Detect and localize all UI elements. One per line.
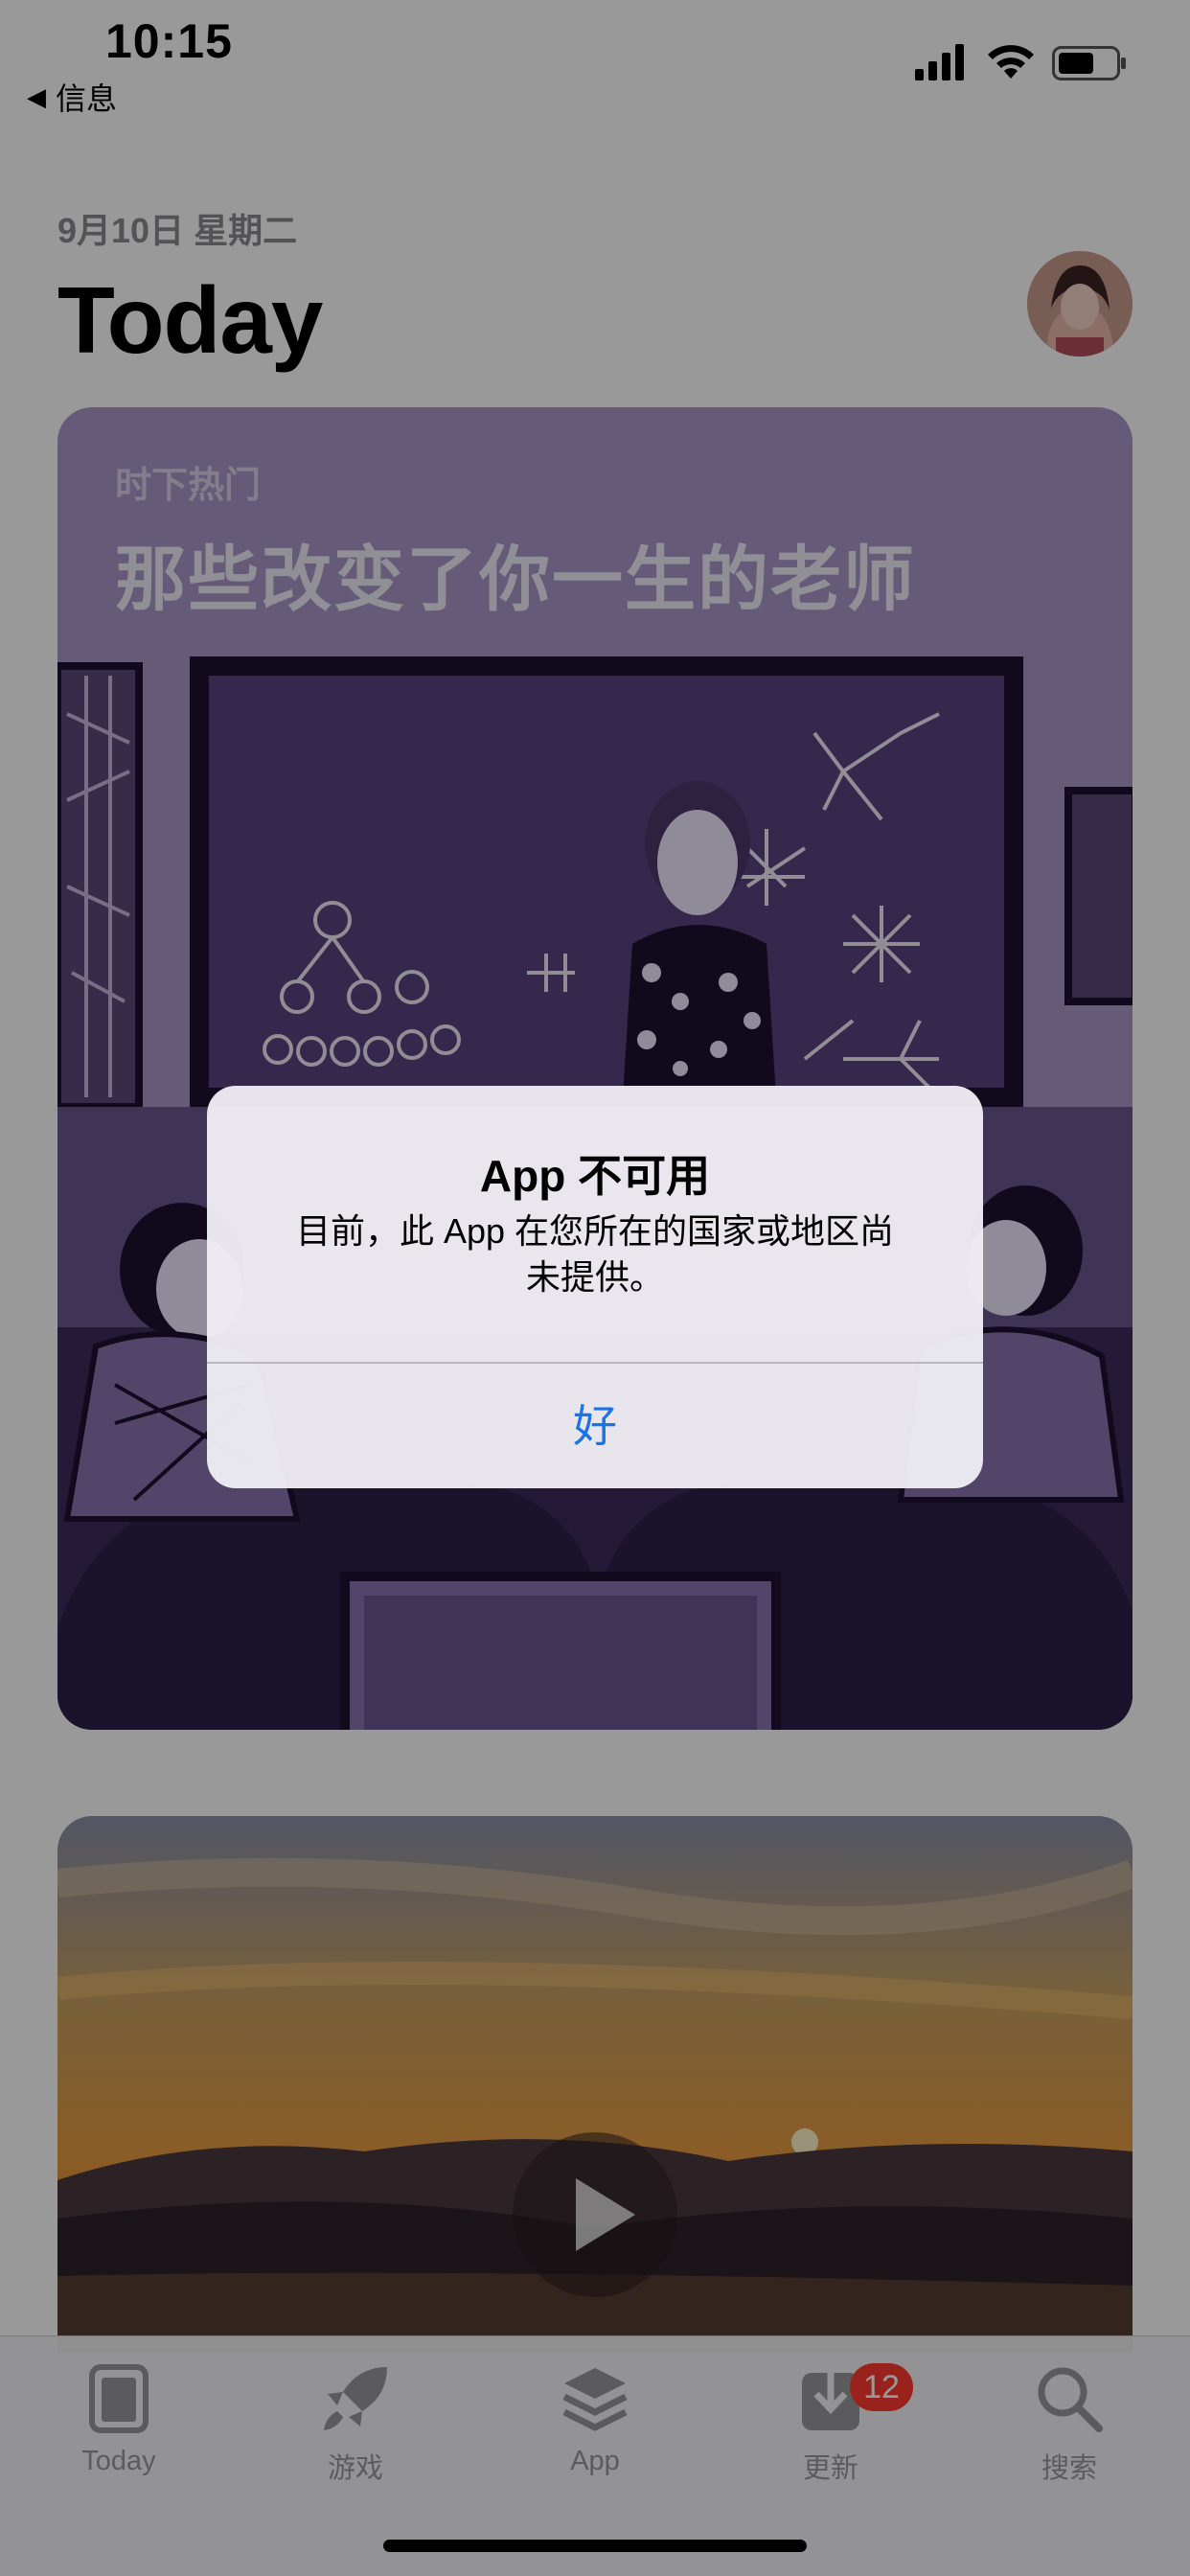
- alert-message-line: 未提供。: [525, 1257, 664, 1297]
- alert-message: 目前，此 App 在您所在的国家或地区尚 未提供。: [255, 1208, 935, 1300]
- ok-button[interactable]: 好: [207, 1364, 983, 1488]
- app-unavailable-alert: App 不可用 目前，此 App 在您所在的国家或地区尚 未提供。 好: [207, 1086, 983, 1488]
- home-indicator[interactable]: [383, 2540, 807, 2552]
- app-store-today-screen: 10:15 ◀ 信息 9月10日 星期二 Today 时下热门 那些改变了你一生…: [0, 0, 1190, 2576]
- alert-title: App 不可用: [479, 1151, 711, 1201]
- alert-message-line: 目前，此 App 在您所在的国家或地区尚: [295, 1211, 895, 1251]
